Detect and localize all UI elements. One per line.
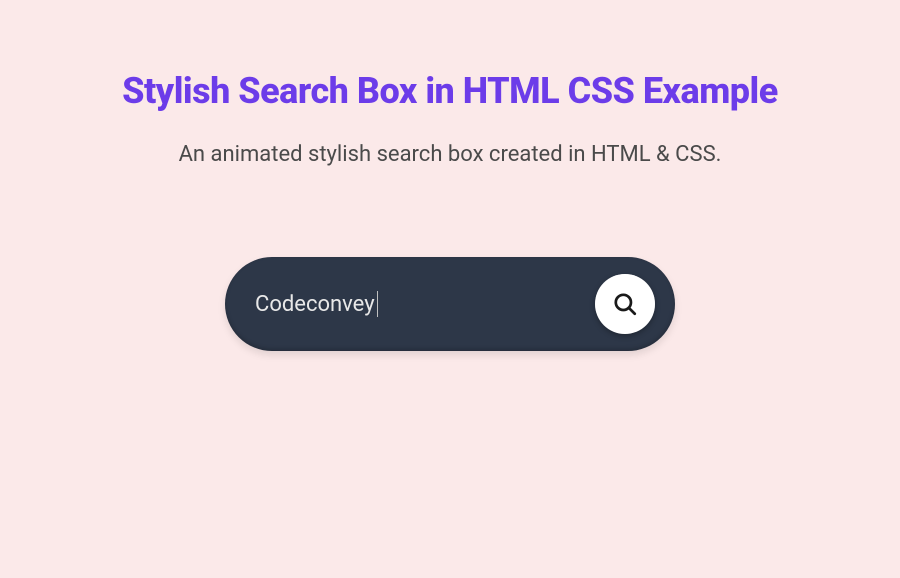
search-icon [612,291,638,317]
page-title: Stylish Search Box in HTML CSS Example [0,70,900,112]
page-subtitle: An animated stylish search box created i… [0,142,900,167]
search-wrapper: Codeconvey [0,257,900,351]
search-button[interactable] [595,274,655,334]
search-input[interactable]: Codeconvey [255,291,595,317]
text-cursor [377,291,378,317]
page-container: Stylish Search Box in HTML CSS Example A… [0,0,900,351]
search-box: Codeconvey [225,257,675,351]
search-input-text: Codeconvey [255,292,375,317]
